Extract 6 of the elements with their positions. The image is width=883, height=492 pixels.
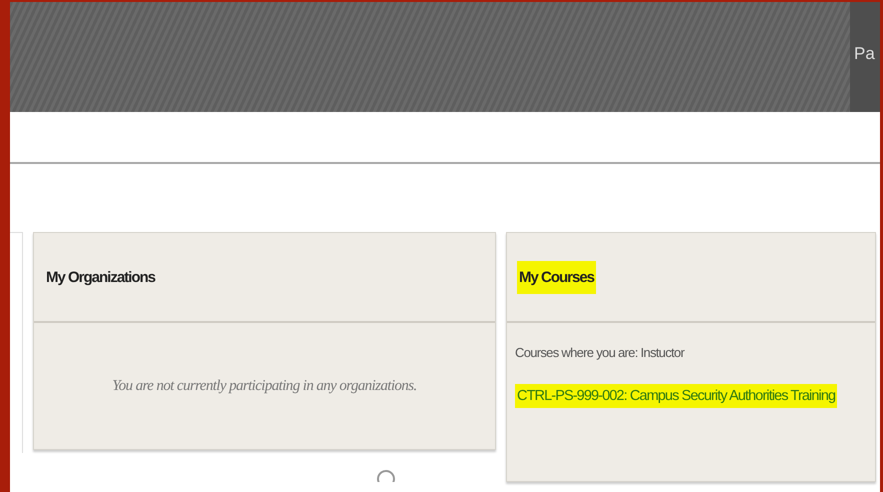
role-label: Courses where you are: Instuctor — [515, 345, 686, 360]
empty-message: You are not currently participating in any organizations. — [112, 378, 417, 394]
header-tab[interactable]: Pa — [850, 2, 880, 112]
course-link[interactable]: CTRL-PS-999-002: Campus Security Authorities Training — [515, 384, 838, 408]
panel-title: My Courses — [517, 260, 596, 294]
panel-title: My Organizations — [45, 268, 156, 288]
